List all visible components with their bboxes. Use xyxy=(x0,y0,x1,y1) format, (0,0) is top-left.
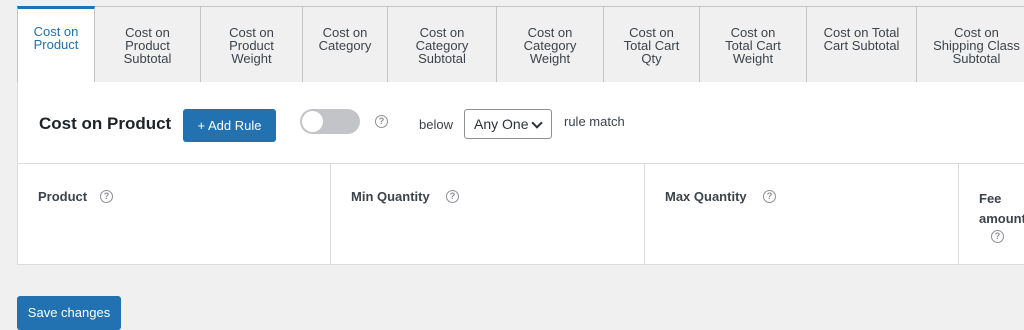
column-label-min-quantity: Min Quantity xyxy=(351,189,430,204)
below-label: below xyxy=(419,117,453,132)
tab-cost-on-product-weight[interactable]: Cost on Product Weight xyxy=(201,6,303,83)
help-icon[interactable]: ? xyxy=(763,190,776,203)
column-fee-amount: Fee amount ? xyxy=(959,164,1024,265)
tab-cost-on-shipping-class-subtotal[interactable]: Cost on Shipping Class Subtotal xyxy=(917,6,1024,83)
tab-cost-on-category-weight[interactable]: Cost on Category Weight xyxy=(497,6,604,83)
help-icon[interactable]: ? xyxy=(991,230,1004,243)
tab-cost-on-total-cart-qty[interactable]: Cost on Total Cart Qty xyxy=(604,6,700,83)
toggle-knob xyxy=(302,111,323,132)
save-changes-button[interactable]: Save changes xyxy=(17,296,121,330)
rule-toggle[interactable] xyxy=(300,109,360,134)
panel-title: Cost on Product xyxy=(39,114,172,133)
help-icon[interactable]: ? xyxy=(446,190,459,203)
tab-bar: Cost on Product Cost on Product Subtotal… xyxy=(17,6,1024,83)
tab-cost-on-category[interactable]: Cost on Category xyxy=(303,6,388,83)
tab-cost-on-total-cart-subtotal[interactable]: Cost on Total Cart Subtotal xyxy=(807,6,917,83)
column-product: Product ? xyxy=(18,164,331,265)
rules-table-header: Product ? Min Quantity ? Max Quantity ? … xyxy=(18,163,1024,266)
column-max-quantity: Max Quantity ? xyxy=(645,164,959,265)
column-label-amount: amount xyxy=(979,211,1024,226)
column-label-product: Product xyxy=(38,189,88,204)
column-min-quantity: Min Quantity ? xyxy=(331,164,645,265)
rules-panel: Cost on Product + Add Rule ? below Any O… xyxy=(17,82,1024,265)
tab-cost-on-total-cart-weight[interactable]: Cost on Total Cart Weight xyxy=(700,6,807,83)
help-icon[interactable]: ? xyxy=(100,190,113,203)
match-select-value: Any One xyxy=(474,116,529,132)
rule-match-label: rule match xyxy=(564,114,625,129)
tab-cost-on-category-subtotal[interactable]: Cost on Category Subtotal xyxy=(388,6,497,83)
add-rule-button[interactable]: + Add Rule xyxy=(183,109,276,142)
tab-cost-on-product[interactable]: Cost on Product xyxy=(17,6,95,83)
column-label-max-quantity: Max Quantity xyxy=(665,189,747,204)
column-label-fee: Fee xyxy=(979,191,1002,206)
tab-cost-on-product-subtotal[interactable]: Cost on Product Subtotal xyxy=(95,6,201,83)
chevron-down-icon xyxy=(531,117,543,129)
help-icon[interactable]: ? xyxy=(375,115,388,128)
match-select[interactable]: Any One xyxy=(464,109,552,139)
